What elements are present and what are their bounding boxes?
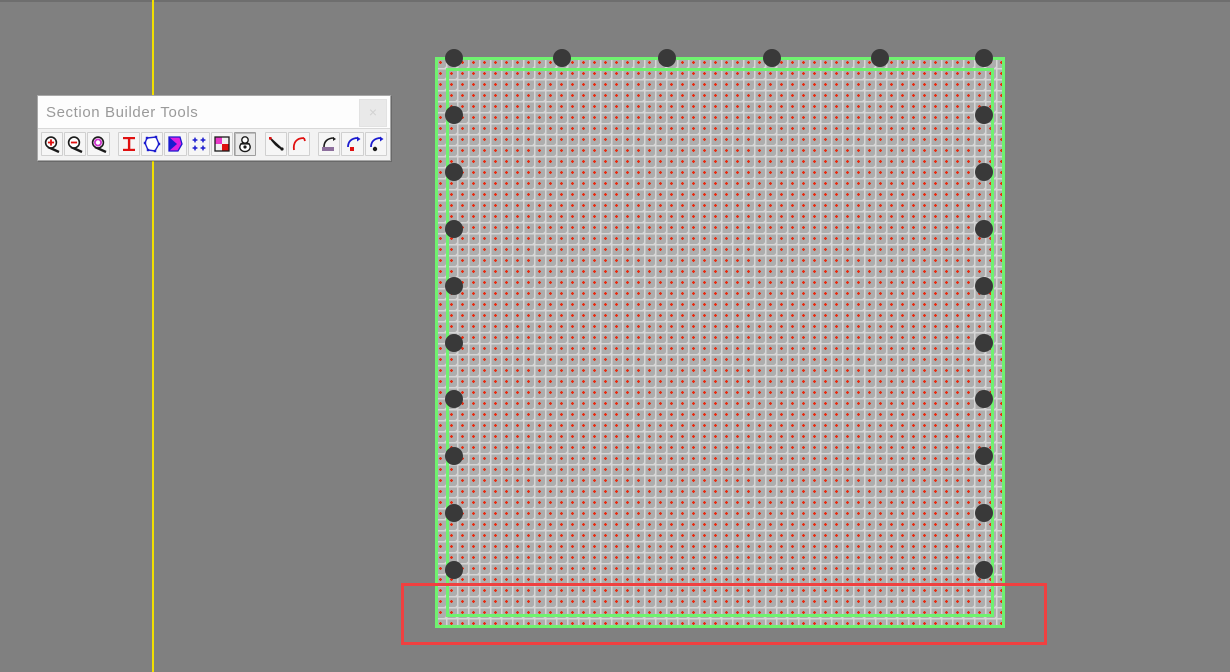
palette-title: Section Builder Tools	[46, 103, 199, 121]
show-nodes-button[interactable]	[364, 132, 387, 156]
palette-toolbar[interactable]	[38, 129, 390, 160]
rebar-dot[interactable]	[871, 49, 889, 67]
toolbar-separator	[111, 132, 118, 156]
node-dot-icon	[367, 135, 385, 153]
draw-line-button[interactable]	[264, 132, 287, 156]
rebar-dot[interactable]	[445, 447, 463, 465]
rebar-dot[interactable]	[763, 49, 781, 67]
toolbar-separator	[311, 132, 318, 156]
rebar-dot[interactable]	[445, 561, 463, 579]
close-icon[interactable]: ×	[359, 99, 387, 127]
rebar-dot[interactable]	[975, 334, 993, 352]
rebar-dot[interactable]	[445, 334, 463, 352]
zoom-out-button[interactable]	[64, 132, 87, 156]
section-builder-tools-palette[interactable]: Section Builder Tools ×	[37, 95, 391, 161]
rebar-dot[interactable]	[553, 49, 571, 67]
rebar-dot[interactable]	[445, 49, 463, 67]
rebar-dot[interactable]	[975, 561, 993, 579]
rebar-dot[interactable]	[445, 277, 463, 295]
magnifier-minus-icon	[66, 135, 84, 153]
filled-shape-icon	[166, 135, 184, 153]
arc-icon	[290, 135, 308, 153]
rebar-dot[interactable]	[975, 277, 993, 295]
rebar-dot[interactable]	[445, 106, 463, 124]
rectangular-concrete-section[interactable]	[435, 49, 1005, 628]
zoom-extents-button[interactable]	[87, 132, 110, 156]
rebar-icon	[236, 135, 254, 153]
color-quadrant-icon	[213, 135, 231, 153]
rebar-dot[interactable]	[975, 163, 993, 181]
element-node-icon	[344, 135, 362, 153]
zoom-in-button[interactable]	[41, 132, 64, 156]
draw-arc-button[interactable]	[287, 132, 310, 156]
show-mesh-button[interactable]	[318, 132, 341, 156]
show-elements-button[interactable]	[341, 132, 364, 156]
rebar-dot[interactable]	[975, 447, 993, 465]
add-standard-shape-button[interactable]	[117, 132, 141, 156]
four-dots-icon	[190, 135, 208, 153]
palette-titlebar[interactable]: Section Builder Tools ×	[38, 96, 390, 129]
viewport-top-rule	[0, 0, 1230, 2]
rebar-dot[interactable]	[445, 220, 463, 238]
section-builder-canvas[interactable]: Section Builder Tools ×	[0, 0, 1230, 672]
magnifier-plus-icon	[43, 135, 61, 153]
rebar-dot[interactable]	[975, 504, 993, 522]
rebar-dot[interactable]	[445, 504, 463, 522]
rebar-dot[interactable]	[658, 49, 676, 67]
shape-properties-button[interactable]	[164, 132, 187, 156]
rebar-dot[interactable]	[445, 163, 463, 181]
finite-element-mesh	[435, 57, 1005, 628]
mesh-hatch-icon	[320, 135, 338, 153]
rebar-dot[interactable]	[975, 49, 993, 67]
rebar-dot[interactable]	[975, 220, 993, 238]
rebar-dot[interactable]	[975, 106, 993, 124]
material-colors-button[interactable]	[210, 132, 233, 156]
add-polygon-shape-button[interactable]	[141, 132, 164, 156]
polygon-icon	[143, 135, 161, 153]
rebar-dot[interactable]	[975, 390, 993, 408]
toolbar-separator	[257, 132, 264, 156]
line-with-point-icon	[267, 135, 285, 153]
rebar-dot[interactable]	[445, 390, 463, 408]
add-points-button[interactable]	[187, 132, 210, 156]
i-beam-icon	[120, 135, 138, 153]
magnifier-circle-icon	[90, 135, 108, 153]
add-reinforcing-button[interactable]	[233, 132, 257, 156]
